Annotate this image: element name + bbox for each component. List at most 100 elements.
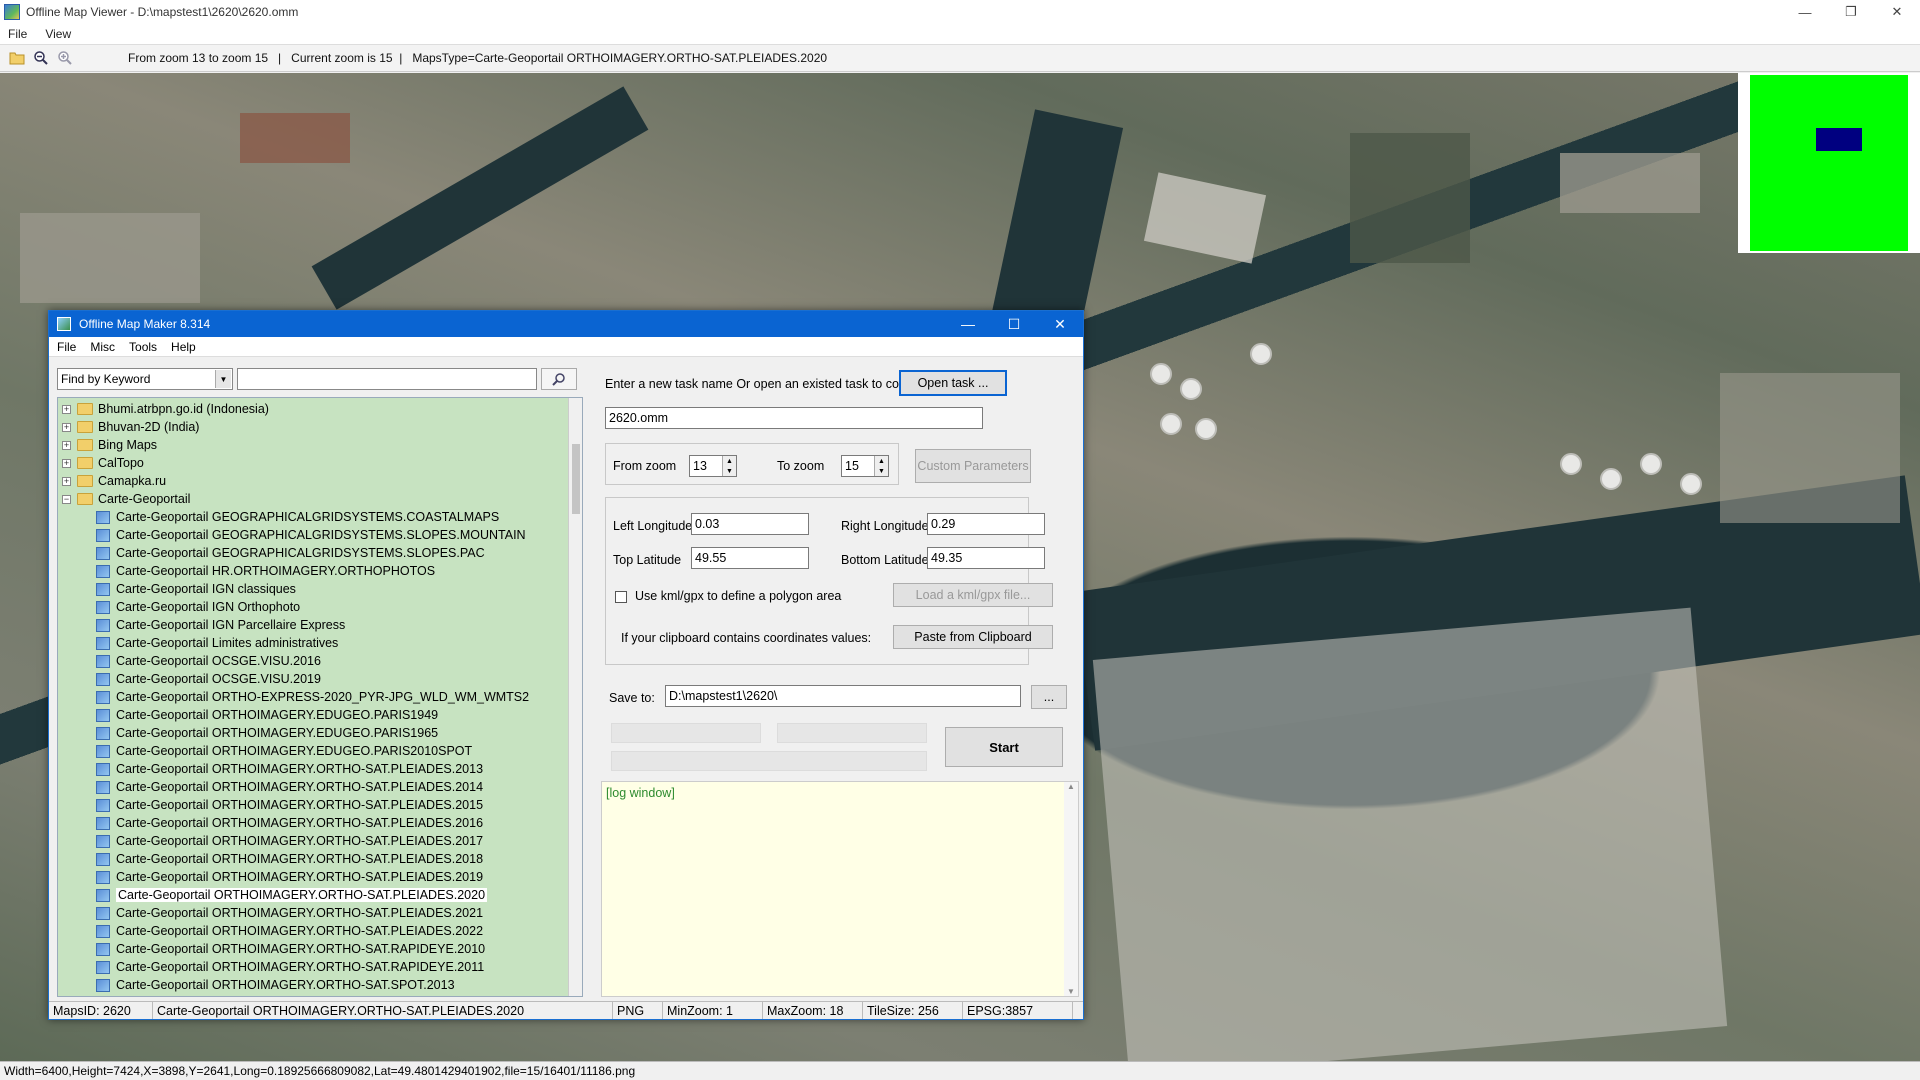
tree-map-item[interactable]: Carte-Geoportail GEOGRAPHICALGRIDSYSTEMS… xyxy=(96,526,526,544)
tree-scrollbar-thumb[interactable] xyxy=(572,444,580,514)
tree-map-item[interactable]: Carte-Geoportail ORTHOIMAGERY.ORTHO-SAT.… xyxy=(96,976,455,994)
dialog-menu-misc[interactable]: Misc xyxy=(90,340,115,354)
search-input[interactable] xyxy=(237,368,537,390)
open-task-button[interactable]: Open task ... xyxy=(899,370,1007,396)
right-longitude-label: Right Longitude xyxy=(841,519,929,533)
dialog-maximize-button[interactable]: ☐ xyxy=(991,311,1037,337)
map-icon xyxy=(96,834,110,848)
top-latitude-input[interactable]: 49.55 xyxy=(691,547,809,569)
tree-item-label: Carte-Geoportail ORTHOIMAGERY.ORTHO-SAT.… xyxy=(116,906,484,920)
tree-folder[interactable]: + Bing Maps xyxy=(62,436,157,454)
map-type-tree[interactable]: + Bhumi.atrbpn.go.id (Indonesia) + Bhuvan-2… xyxy=(57,397,583,997)
app-icon xyxy=(4,4,20,20)
right-longitude-input[interactable]: 0.29 xyxy=(927,513,1045,535)
tree-map-item[interactable]: Carte-Geoportail ORTHOIMAGERY.ORTHO-SAT.… xyxy=(96,796,483,814)
map-icon xyxy=(96,960,110,974)
tree-map-item[interactable]: Carte-Geoportail HR.ORTHOIMAGERY.ORTHOPH… xyxy=(96,562,435,580)
expand-icon[interactable]: + xyxy=(62,404,71,414)
tree-map-item[interactable]: Carte-Geoportail ORTHO-EXPRESS-2020_PYR-… xyxy=(96,688,529,706)
save-path-input[interactable]: D:\mapstest1\2620\ xyxy=(665,685,1021,707)
menu-file[interactable]: File xyxy=(8,27,27,41)
tree-map-item[interactable]: Carte-Geoportail ORTHOIMAGERY.ORTHO-SAT.… xyxy=(96,832,483,850)
tree-map-item[interactable]: Carte-Geoportail OCSGE.VISU.2019 xyxy=(96,670,321,688)
to-zoom-arrows[interactable]: ▲ ▼ xyxy=(874,456,888,476)
tree-map-item[interactable]: Carte-Geoportail ORTHOIMAGERY.ORTHO-SAT.… xyxy=(96,850,483,868)
map-maker-dialog: Offline Map Maker 8.314 — ☐ ✕ File Misc … xyxy=(48,310,1084,1020)
tree-map-item[interactable]: Carte-Geoportail IGN Parcellaire Express xyxy=(96,616,345,634)
search-mode-select[interactable]: Find by Keyword ▼ xyxy=(57,368,233,390)
to-zoom-spinner[interactable]: 15 ▲ ▼ xyxy=(841,455,889,477)
tree-map-item[interactable]: Carte-Geoportail ORTHOIMAGERY.ORTHO-SAT.… xyxy=(96,760,483,778)
tree-map-item[interactable]: Carte-Geoportail OCSGE.VISU.2016 xyxy=(96,652,321,670)
tree-folder[interactable]: + CalTopo xyxy=(62,454,144,472)
kml-checkbox[interactable] xyxy=(615,591,627,603)
tree-map-item[interactable]: Carte-Geoportail ORTHOIMAGERY.EDUGEO.PAR… xyxy=(96,742,472,760)
restore-button[interactable]: ❐ xyxy=(1828,0,1874,24)
tree-folder[interactable]: + Bhumi.atrbpn.go.id (Indonesia) xyxy=(62,400,269,418)
tree-folder[interactable]: − Carte-Geoportail xyxy=(62,490,190,508)
tree-map-item[interactable]: Carte-Geoportail ORTHOIMAGERY.ORTHO-SAT.… xyxy=(96,958,484,976)
browse-button[interactable]: ... xyxy=(1031,685,1067,709)
minimize-button[interactable]: — xyxy=(1782,0,1828,24)
tree-map-item[interactable]: Carte-Geoportail ORTHOIMAGERY.ORTHO-SAT.… xyxy=(96,904,483,922)
arrow-down-icon[interactable]: ▼ xyxy=(875,466,888,476)
tree-map-item[interactable]: Carte-Geoportail Limites administratives xyxy=(96,634,338,652)
task-name-input[interactable]: 2620.omm xyxy=(605,407,983,429)
arrow-down-icon[interactable]: ▼ xyxy=(1067,987,1075,996)
open-folder-button[interactable] xyxy=(6,47,28,69)
from-zoom-label: From zoom xyxy=(613,459,677,473)
menu-view[interactable]: View xyxy=(45,27,71,41)
tree-folder[interactable]: + Bhuvan-2D (India) xyxy=(62,418,199,436)
left-longitude-input[interactable]: 0.03 xyxy=(691,513,809,535)
expand-icon[interactable]: + xyxy=(62,458,71,468)
close-button[interactable]: ✕ xyxy=(1874,0,1920,24)
tree-map-item[interactable]: Carte-Geoportail ORTHOIMAGERY.ORTHO-SAT.… xyxy=(96,922,483,940)
tree-map-item[interactable]: Carte-Geoportail GEOGRAPHICALGRIDSYSTEMS… xyxy=(96,508,499,526)
tree-map-item[interactable]: Carte-Geoportail ORTHOIMAGERY.EDUGEO.PAR… xyxy=(96,706,438,724)
search-button[interactable] xyxy=(541,368,577,390)
collapse-icon[interactable]: − xyxy=(62,494,71,504)
overview-map[interactable] xyxy=(1738,73,1920,253)
start-button[interactable]: Start xyxy=(945,727,1063,767)
arrow-up-icon[interactable]: ▲ xyxy=(1067,782,1075,791)
tree-scrollbar[interactable] xyxy=(568,398,582,996)
expand-icon[interactable]: + xyxy=(62,422,71,432)
zoom-out-button[interactable] xyxy=(30,47,52,69)
tree-map-item[interactable]: Carte-Geoportail ORTHOIMAGERY.ORTHO-SAT.… xyxy=(96,868,483,886)
tree-map-item[interactable]: Carte-Geoportail ORTHOIMAGERY.EDUGEO.PAR… xyxy=(96,724,438,742)
zoom-in-button[interactable] xyxy=(54,47,76,69)
tree-folder[interactable]: + Camapka.ru xyxy=(62,472,166,490)
arrow-up-icon[interactable]: ▲ xyxy=(723,456,736,466)
expand-icon[interactable]: + xyxy=(62,440,71,450)
custom-parameters-button[interactable]: Custom Parameters xyxy=(915,449,1031,483)
tree-item-label: Carte-Geoportail ORTHOIMAGERY.ORTHO-SAT.… xyxy=(116,960,485,974)
dialog-menu-file[interactable]: File xyxy=(57,340,76,354)
tree-map-item[interactable]: Carte-Geoportail GEOGRAPHICALGRIDSYSTEMS… xyxy=(96,544,485,562)
arrow-up-icon[interactable]: ▲ xyxy=(875,456,888,466)
tree-map-item[interactable]: Carte-Geoportail ORTHOIMAGERY.ORTHO-SAT.… xyxy=(96,940,485,958)
tree-map-item[interactable]: Carte-Geoportail ORTHOIMAGERY.ORTHO-SAT.… xyxy=(96,814,483,832)
from-zoom-arrows[interactable]: ▲ ▼ xyxy=(722,456,736,476)
map-icon xyxy=(96,708,110,722)
load-kml-button[interactable]: Load a kml/gpx file... xyxy=(893,583,1053,607)
from-zoom-spinner[interactable]: 13 ▲ ▼ xyxy=(689,455,737,477)
log-scrollbar[interactable]: ▲ ▼ xyxy=(1064,782,1078,996)
bottom-latitude-input[interactable]: 49.35 xyxy=(927,547,1045,569)
tree-map-item[interactable]: Carte-Geoportail IGN classiques xyxy=(96,580,296,598)
to-zoom-label: To zoom xyxy=(777,459,825,473)
zoom-info-text: From zoom 13 to zoom 15 | Current zoom i… xyxy=(128,51,828,65)
expand-icon[interactable]: + xyxy=(62,476,71,486)
map-icon xyxy=(96,924,110,938)
overview-viewport[interactable] xyxy=(1816,128,1862,151)
dialog-minimize-button[interactable]: — xyxy=(945,311,991,337)
arrow-down-icon[interactable]: ▼ xyxy=(723,466,736,476)
dialog-close-button[interactable]: ✕ xyxy=(1037,311,1083,337)
paste-clipboard-button[interactable]: Paste from Clipboard xyxy=(893,625,1053,649)
dialog-menu-help[interactable]: Help xyxy=(171,340,196,354)
tree-map-item[interactable]: Carte-Geoportail ORTHOIMAGERY.ORTHO-SAT.… xyxy=(96,886,488,904)
dialog-menu-tools[interactable]: Tools xyxy=(129,340,157,354)
tree-map-item[interactable]: Carte-Geoportail ORTHOIMAGERY.ORTHO-SAT.… xyxy=(96,778,483,796)
tree-map-item[interactable]: Carte-Geoportail IGN Orthophoto xyxy=(96,598,300,616)
log-window[interactable]: [log window] ▲ ▼ xyxy=(601,781,1079,997)
folder-icon xyxy=(77,403,93,415)
